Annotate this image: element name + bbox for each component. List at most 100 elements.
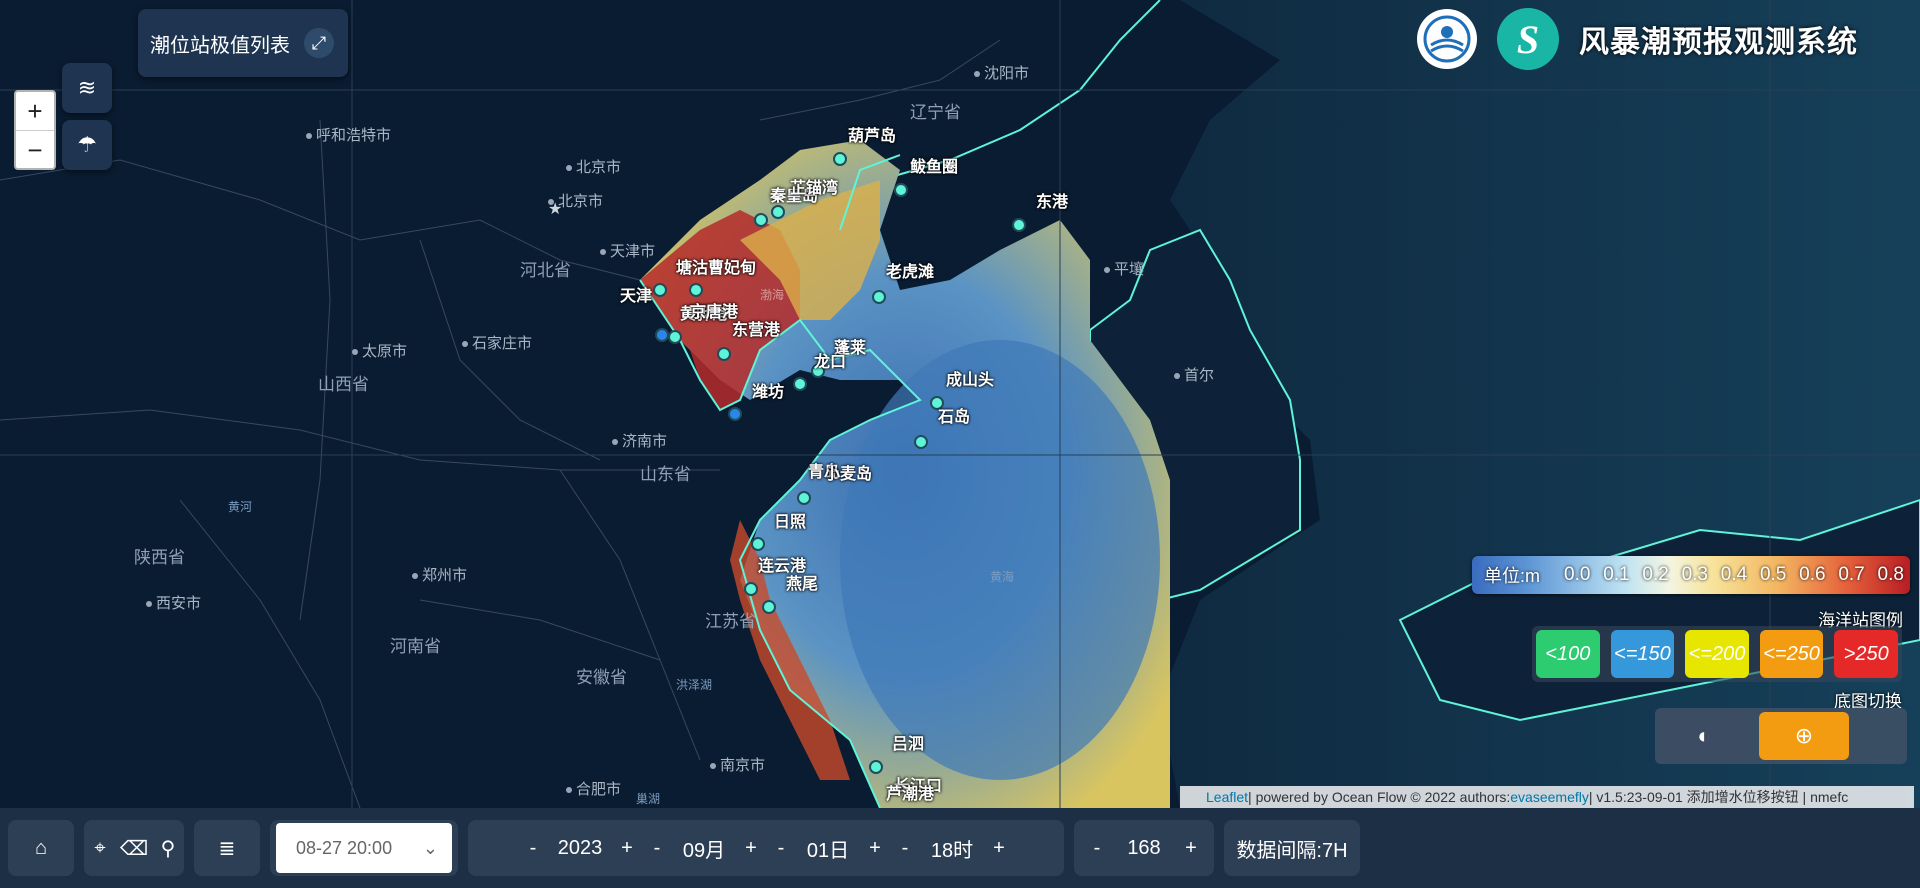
station-marker[interactable] — [872, 290, 886, 304]
station-marker[interactable] — [668, 330, 682, 344]
province-label: 河北省 — [520, 261, 571, 280]
legend-chip-le200[interactable]: <=200 — [1685, 630, 1749, 678]
station-label[interactable]: 日照 — [774, 508, 806, 532]
legend-chip-gt250[interactable]: >250 — [1834, 630, 1898, 678]
station-marker[interactable] — [717, 347, 731, 361]
day-plus[interactable]: + — [867, 837, 883, 860]
hour-minus[interactable]: - — [897, 837, 913, 860]
scale-tick: 0.4 — [1720, 564, 1748, 585]
surge-color-scale: 单位:m 0.0 0.1 0.2 0.3 0.4 0.5 0.6 0.7 0.8 — [1472, 556, 1910, 594]
station-marker[interactable] — [894, 183, 908, 197]
province-label: 江苏省 — [705, 612, 756, 631]
station-marker[interactable] — [797, 491, 811, 505]
author-link[interactable]: evaseemefly — [1510, 789, 1589, 805]
station-marker[interactable] — [1012, 218, 1026, 232]
city-label: 天津市 — [600, 240, 655, 261]
station-label[interactable]: 龙口 — [814, 348, 846, 372]
datetime-value: 08-27 20:00 — [296, 837, 393, 858]
map-view[interactable]: 辽宁省 河北省 山西省 山东省 陕西省 河南省 江苏省 安徽省 沈阳市 呼和浩特… — [0, 0, 1920, 808]
station-label[interactable]: 石岛 — [938, 403, 970, 427]
typhoon-button[interactable]: ≣ — [194, 820, 260, 876]
basemap-satellite-button[interactable]: ◐ — [1659, 712, 1749, 760]
waves-icon: ≋ — [77, 75, 97, 100]
expand-icon[interactable]: ⤢ — [304, 28, 334, 58]
station-label[interactable]: 芦潮港 — [886, 780, 934, 804]
zoom-in-button[interactable]: + — [16, 92, 54, 131]
scale-tick: 0.7 — [1838, 564, 1865, 585]
station-legend: <100 <=150 <=200 <=250 >250 — [1532, 626, 1902, 682]
forecast-minus[interactable]: - — [1089, 837, 1105, 860]
city-label: 呼和浩特市 — [306, 124, 391, 145]
map-attribution: Leaflet | powered by Ocean Flow © 2022 a… — [1180, 786, 1914, 808]
home-button[interactable]: ⌂ — [8, 820, 74, 876]
station-label[interactable]: 芷锚湾 — [790, 174, 838, 198]
station-marker[interactable] — [754, 213, 768, 227]
province-label: 河南省 — [390, 637, 441, 656]
scale-tick: 0.3 — [1681, 564, 1708, 585]
eraser-icon[interactable]: ⌫ — [118, 836, 150, 861]
station-label[interactable]: 塘沽 — [676, 254, 708, 278]
legend-chip-le150[interactable]: <=150 — [1610, 630, 1675, 678]
locate-icon[interactable]: ⌖ — [84, 837, 116, 860]
station-marker[interactable] — [762, 600, 776, 614]
city-label: 太原市 — [352, 340, 407, 361]
scale-tick: 0.8 — [1877, 564, 1904, 585]
province-label: 山西省 — [318, 375, 369, 394]
station-label[interactable]: 潍坊 — [752, 378, 784, 402]
city-label: 南京市 — [710, 754, 765, 775]
station-label[interactable]: 葫芦岛 — [848, 122, 896, 146]
forecast-value: 168 — [1127, 836, 1161, 859]
day-value: 01日 — [806, 839, 850, 862]
zoom-out-button[interactable]: − — [16, 131, 54, 169]
station-label[interactable]: 老虎滩 — [886, 258, 934, 282]
station-marker[interactable] — [793, 377, 807, 391]
month-minus[interactable]: - — [649, 837, 665, 860]
station-marker[interactable] — [653, 283, 667, 297]
station-marker[interactable] — [744, 582, 758, 596]
station-marker[interactable] — [869, 760, 883, 774]
basemap-vector-button[interactable]: ⊕ — [1759, 712, 1849, 760]
tide-extreme-list-button[interactable]: 潮位站极值列表 ⤢ — [138, 9, 348, 77]
station-label[interactable]: 天津 — [620, 282, 652, 306]
legend-unit: 单位:m — [1484, 566, 1540, 586]
forecast-plus[interactable]: + — [1183, 837, 1199, 860]
datetime-select[interactable]: 08-27 20:00 ⌄ — [276, 823, 452, 873]
station-marker[interactable] — [771, 205, 785, 219]
leaflet-link[interactable]: Leaflet — [1206, 789, 1248, 805]
station-marker[interactable] — [655, 328, 669, 342]
legend-chip-le250[interactable]: <=250 — [1759, 630, 1824, 678]
station-label[interactable]: 吕泗 — [892, 730, 924, 754]
attribution-version: | v1.5:23-09-01 添加增水位移按钮 | nmefc — [1588, 789, 1849, 805]
station-label[interactable]: 京唐港 — [690, 298, 738, 322]
hour-plus[interactable]: + — [991, 837, 1007, 860]
zoom-search-icon[interactable]: ⚲ — [152, 836, 184, 861]
wave-layer-button[interactable]: ≋ — [62, 63, 112, 113]
typhoon-icon: ≣ — [218, 837, 236, 860]
station-label[interactable]: 东营港 — [732, 316, 780, 340]
chevron-down-icon: ⌄ — [422, 837, 438, 858]
scale-tick: 0.1 — [1603, 564, 1630, 585]
station-marker[interactable] — [728, 407, 742, 421]
station-label[interactable]: 东港 — [1036, 188, 1068, 212]
station-marker[interactable] — [689, 283, 703, 297]
legend-chip-lt100[interactable]: <100 — [1536, 630, 1600, 678]
station-label[interactable]: 曹妃甸 — [708, 254, 756, 278]
station-label[interactable]: 鲅鱼圈 — [910, 153, 958, 177]
year-minus[interactable]: - — [525, 837, 541, 860]
day-minus[interactable]: - — [773, 837, 789, 860]
station-marker[interactable] — [751, 537, 765, 551]
station-marker[interactable] — [833, 152, 847, 166]
station-label[interactable]: 燕尾 — [786, 570, 818, 594]
station-marker[interactable] — [914, 435, 928, 449]
basemap-switcher: ◐ ⊕ — [1655, 708, 1907, 764]
station-label[interactable]: 小麦岛 — [824, 460, 872, 484]
globe-icon: ◐ — [1697, 723, 1711, 748]
city-label: 平壤 — [1104, 258, 1144, 279]
weather-layer-button[interactable]: ☂ — [62, 120, 112, 170]
scale-tick: 0.5 — [1759, 564, 1787, 585]
agency-logo — [1417, 9, 1477, 69]
year-plus[interactable]: + — [619, 837, 635, 860]
lake-label: 洪泽湖 — [676, 678, 713, 692]
station-label[interactable]: 成山头 — [946, 366, 994, 390]
month-plus[interactable]: + — [743, 837, 759, 860]
